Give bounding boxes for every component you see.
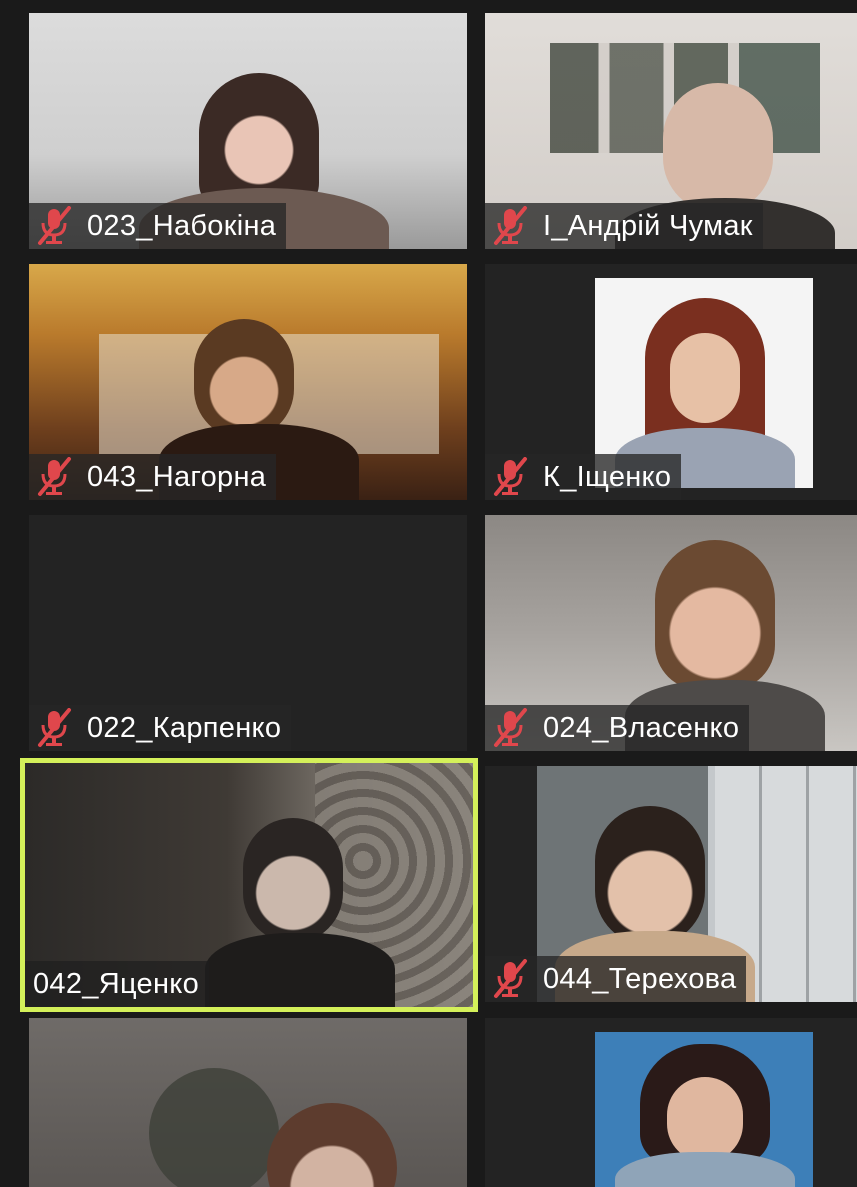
video-tile[interactable]: 043_Нагорна — [29, 264, 467, 500]
participant-silhouette — [655, 540, 775, 690]
video-tile[interactable]: 023_Набокіна — [29, 13, 467, 249]
participant-name-tag: К_Іщенко — [485, 454, 682, 500]
video-tile[interactable]: 044_Терехова — [485, 766, 857, 1002]
participant-name-tag: 022_Карпенко — [29, 705, 292, 751]
participant-name: 042_Яценко — [33, 967, 200, 1000]
participant-silhouette — [595, 806, 705, 946]
participant-name: 043_Нагорна — [87, 460, 267, 493]
participant-name: І_Андрій Чумак — [543, 209, 753, 242]
muted-microphone-icon[interactable] — [37, 206, 73, 246]
participant-name-tag: 043_Нагорна — [29, 454, 277, 500]
video-tile[interactable]: 022_Карпенко — [29, 515, 467, 751]
muted-microphone-icon[interactable] — [493, 708, 529, 748]
video-tile[interactable]: І_Андрій Чумак — [485, 13, 857, 249]
participant-name-tag: 024_Власенко — [485, 705, 750, 751]
video-tile[interactable] — [485, 1018, 857, 1187]
participant-name-tag: 023_Набокіна — [29, 203, 287, 249]
participant-silhouette — [663, 83, 773, 213]
video-tile[interactable] — [29, 1018, 467, 1187]
video-tile[interactable]: 024_Власенко — [485, 515, 857, 751]
participant-name: 023_Набокіна — [87, 209, 277, 242]
video-tile-active-speaker[interactable]: 042_Яценко — [20, 758, 478, 1012]
participant-body — [205, 933, 395, 1007]
plant-blur — [149, 1068, 279, 1187]
participant-name: 044_Терехова — [543, 962, 737, 995]
participant-name-tag: 044_Терехова — [485, 956, 747, 1002]
participant-name: К_Іщенко — [543, 460, 672, 493]
participant-name-tag: І_Андрій Чумак — [485, 203, 763, 249]
muted-microphone-icon[interactable] — [493, 457, 529, 497]
participant-silhouette — [194, 319, 294, 439]
profile-photo — [595, 1032, 813, 1187]
muted-microphone-icon[interactable] — [493, 206, 529, 246]
muted-microphone-icon[interactable] — [37, 457, 73, 497]
participant-name-tag: 042_Яценко — [25, 961, 210, 1007]
video-tile[interactable]: К_Іщенко — [485, 264, 857, 500]
muted-microphone-icon[interactable] — [493, 959, 529, 999]
participant-name: 022_Карпенко — [87, 711, 282, 744]
participant-name: 024_Власенко — [543, 711, 740, 744]
muted-microphone-icon[interactable] — [37, 708, 73, 748]
participant-silhouette — [243, 818, 343, 943]
